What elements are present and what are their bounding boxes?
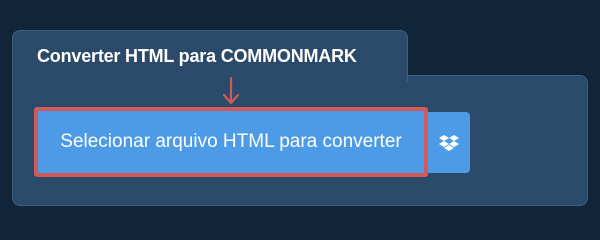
dropbox-icon	[439, 134, 459, 151]
converter-tab: Converter HTML para COMMONMARK	[12, 30, 408, 82]
arrow-down-icon	[222, 76, 240, 105]
select-html-file-button[interactable]: Selecionar arquivo HTML para converter	[34, 107, 428, 177]
page-title: Converter HTML para COMMONMARK	[37, 46, 357, 66]
dropbox-button[interactable]	[428, 112, 470, 173]
select-html-file-label: Selecionar arquivo HTML para converter	[60, 131, 402, 152]
